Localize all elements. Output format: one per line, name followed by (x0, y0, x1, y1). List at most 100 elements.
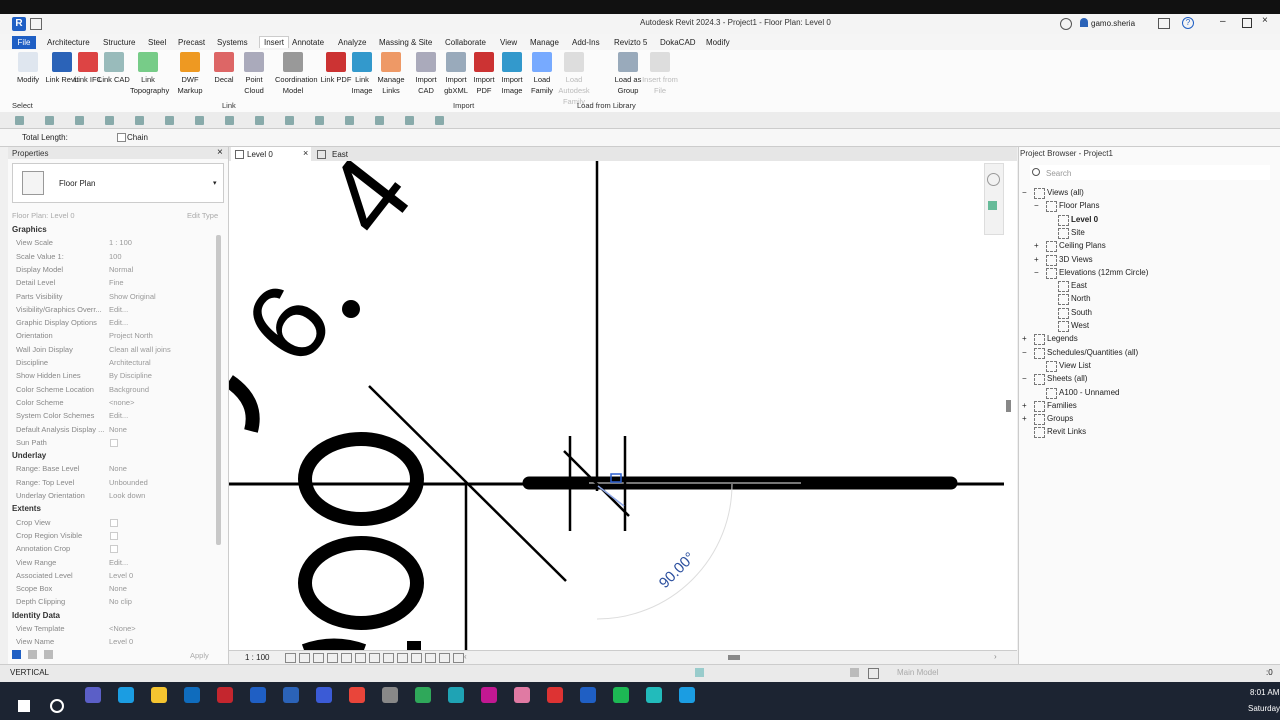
tab-modify[interactable]: Modify (706, 38, 730, 47)
scroll-right-icon[interactable]: › (994, 652, 997, 661)
zoom-icon[interactable] (988, 201, 997, 210)
tab-manage[interactable]: Manage (530, 38, 559, 47)
ribbon-load-autodesk-family-button[interactable]: Load Autodesk Family (556, 52, 592, 107)
property-value[interactable]: None (109, 464, 127, 473)
excel-alt-icon[interactable] (415, 687, 431, 703)
spotify-icon[interactable] (613, 687, 629, 703)
property-checkbox[interactable] (110, 518, 118, 527)
property-value[interactable]: Level 0 (109, 637, 133, 646)
tab-architecture[interactable]: Architecture (47, 38, 90, 47)
app-blue-icon[interactable] (580, 687, 596, 703)
property-value[interactable]: Clean all wall joins (109, 345, 171, 354)
browser-item-view-list[interactable]: View List (1059, 361, 1091, 370)
active-model[interactable]: Main Model (897, 668, 938, 677)
tab-revizto-5[interactable]: Revizto 5 (614, 38, 647, 47)
undo-icon[interactable] (105, 116, 114, 125)
steam-icon[interactable] (382, 687, 398, 703)
group-select[interactable]: Select (12, 101, 33, 110)
tab-add-ins[interactable]: Add-Ins (572, 38, 600, 47)
steering-wheel-icon[interactable] (987, 173, 1000, 186)
ribbon-manage-links-button[interactable]: Manage Links (373, 52, 409, 96)
sort-alpha-icon[interactable] (28, 650, 37, 659)
measure-icon[interactable] (195, 116, 204, 125)
sun-path-icon[interactable] (313, 653, 324, 663)
browser-item-ceiling-plans[interactable]: Ceiling Plans (1059, 241, 1106, 250)
tab-view[interactable]: View (500, 38, 517, 47)
property-value[interactable]: By Discipline (109, 371, 152, 380)
binoculars-icon[interactable] (1060, 18, 1072, 30)
section-underlay[interactable]: Underlay (12, 451, 46, 460)
edge-alt-icon[interactable] (679, 687, 695, 703)
chrome-icon[interactable] (349, 687, 365, 703)
app-pink-icon[interactable] (514, 687, 530, 703)
render-icon[interactable] (341, 653, 352, 663)
section-icon[interactable] (375, 116, 384, 125)
browser-item-groups[interactable]: Groups (1047, 414, 1073, 423)
design-options-icon[interactable] (850, 668, 859, 677)
property-value[interactable]: None (109, 584, 127, 593)
properties-close-icon[interactable]: × (217, 147, 223, 158)
property-value[interactable]: Show Original (109, 292, 156, 301)
horizontal-scrollbar-thumb[interactable] (728, 655, 740, 660)
ribbon-coordination-model-button[interactable]: Coordination Model (275, 52, 318, 96)
property-value[interactable]: Edit... (109, 318, 128, 327)
maximize-icon[interactable] (1242, 18, 1252, 28)
browser-item-north[interactable]: North (1071, 294, 1091, 303)
section-graphics[interactable]: Graphics (12, 225, 47, 234)
section-identity-data[interactable]: Identity Data (12, 611, 60, 620)
vertical-scrollbar-thumb[interactable] (1006, 400, 1011, 412)
app-cyan-icon[interactable] (448, 687, 464, 703)
ribbon-link-topography-button[interactable]: Link Topography (130, 52, 169, 96)
ribbon-insert-from-file-button[interactable]: Insert from File (642, 52, 678, 96)
scroll-left-icon[interactable]: ‹ (464, 652, 467, 661)
ribbon-load-family-button[interactable]: Load Family (524, 52, 560, 96)
search-taskbar-icon[interactable] (50, 699, 64, 713)
tree-toggle[interactable]: − (1034, 201, 1039, 210)
analytical-icon[interactable] (453, 653, 464, 663)
property-value[interactable]: Edit... (109, 411, 128, 420)
filter-icon[interactable] (868, 668, 879, 679)
tree-toggle[interactable]: − (1034, 268, 1039, 277)
app-magenta-icon[interactable] (481, 687, 497, 703)
tree-toggle[interactable]: + (1022, 414, 1027, 423)
visual-style-icon[interactable] (299, 653, 310, 663)
browser-item-3d-views[interactable]: 3D Views (1059, 255, 1093, 264)
ribbon-point-cloud-button[interactable]: Point Cloud (236, 52, 272, 96)
edit-type-button[interactable]: Edit Type (187, 211, 218, 220)
tree-toggle[interactable]: + (1034, 255, 1039, 264)
tab-insert[interactable]: Insert (259, 36, 290, 48)
revit-active-icon[interactable] (283, 687, 299, 703)
ribbon-link-cad-button[interactable]: Link CAD (96, 52, 132, 85)
browser-item-site[interactable]: Site (1071, 228, 1085, 237)
property-value[interactable]: Unbounded (109, 478, 148, 487)
browser-item-east[interactable]: East (1071, 281, 1087, 290)
autocad-icon[interactable] (217, 687, 233, 703)
chevron-down-icon[interactable]: ▾ (213, 179, 217, 187)
switch-windows-icon[interactable] (435, 116, 444, 125)
drawing-canvas[interactable]: 4 6 90.00° (229, 161, 1017, 650)
property-value[interactable]: Edit... (109, 305, 128, 314)
minimize-icon[interactable]: – (1220, 16, 1226, 27)
property-value[interactable]: Project North (109, 331, 153, 340)
redo-icon[interactable] (135, 116, 144, 125)
sort-category-icon[interactable] (12, 650, 21, 659)
app-teal-icon[interactable] (646, 687, 662, 703)
view-scale[interactable]: 1 : 100 (245, 653, 269, 662)
property-checkbox[interactable] (110, 438, 118, 447)
sync-icon[interactable] (75, 116, 84, 125)
save-icon[interactable] (45, 116, 54, 125)
tab-steel[interactable]: Steel (148, 38, 166, 47)
user-name[interactable]: gamo.sheria (1091, 19, 1135, 28)
ribbon-modify-button[interactable]: Modify (10, 52, 46, 85)
worksharing-icon[interactable] (695, 668, 704, 677)
cart-icon[interactable] (1158, 18, 1170, 29)
search-input[interactable]: Search (1046, 169, 1071, 178)
floor-plan-drawing[interactable]: 4 6 90.00° (229, 161, 1017, 650)
dimension-icon[interactable] (255, 116, 264, 125)
tab-analyze[interactable]: Analyze (338, 38, 366, 47)
ribbon-load-as-group-button[interactable]: Load as Group (610, 52, 646, 96)
recent-files-icon[interactable] (30, 18, 42, 30)
browser-item-floor-plans[interactable]: Floor Plans (1059, 201, 1099, 210)
browser-item-sheets-all[interactable]: Sheets (all) (1047, 374, 1087, 383)
tab-dokacad[interactable]: DokaCAD (660, 38, 696, 47)
